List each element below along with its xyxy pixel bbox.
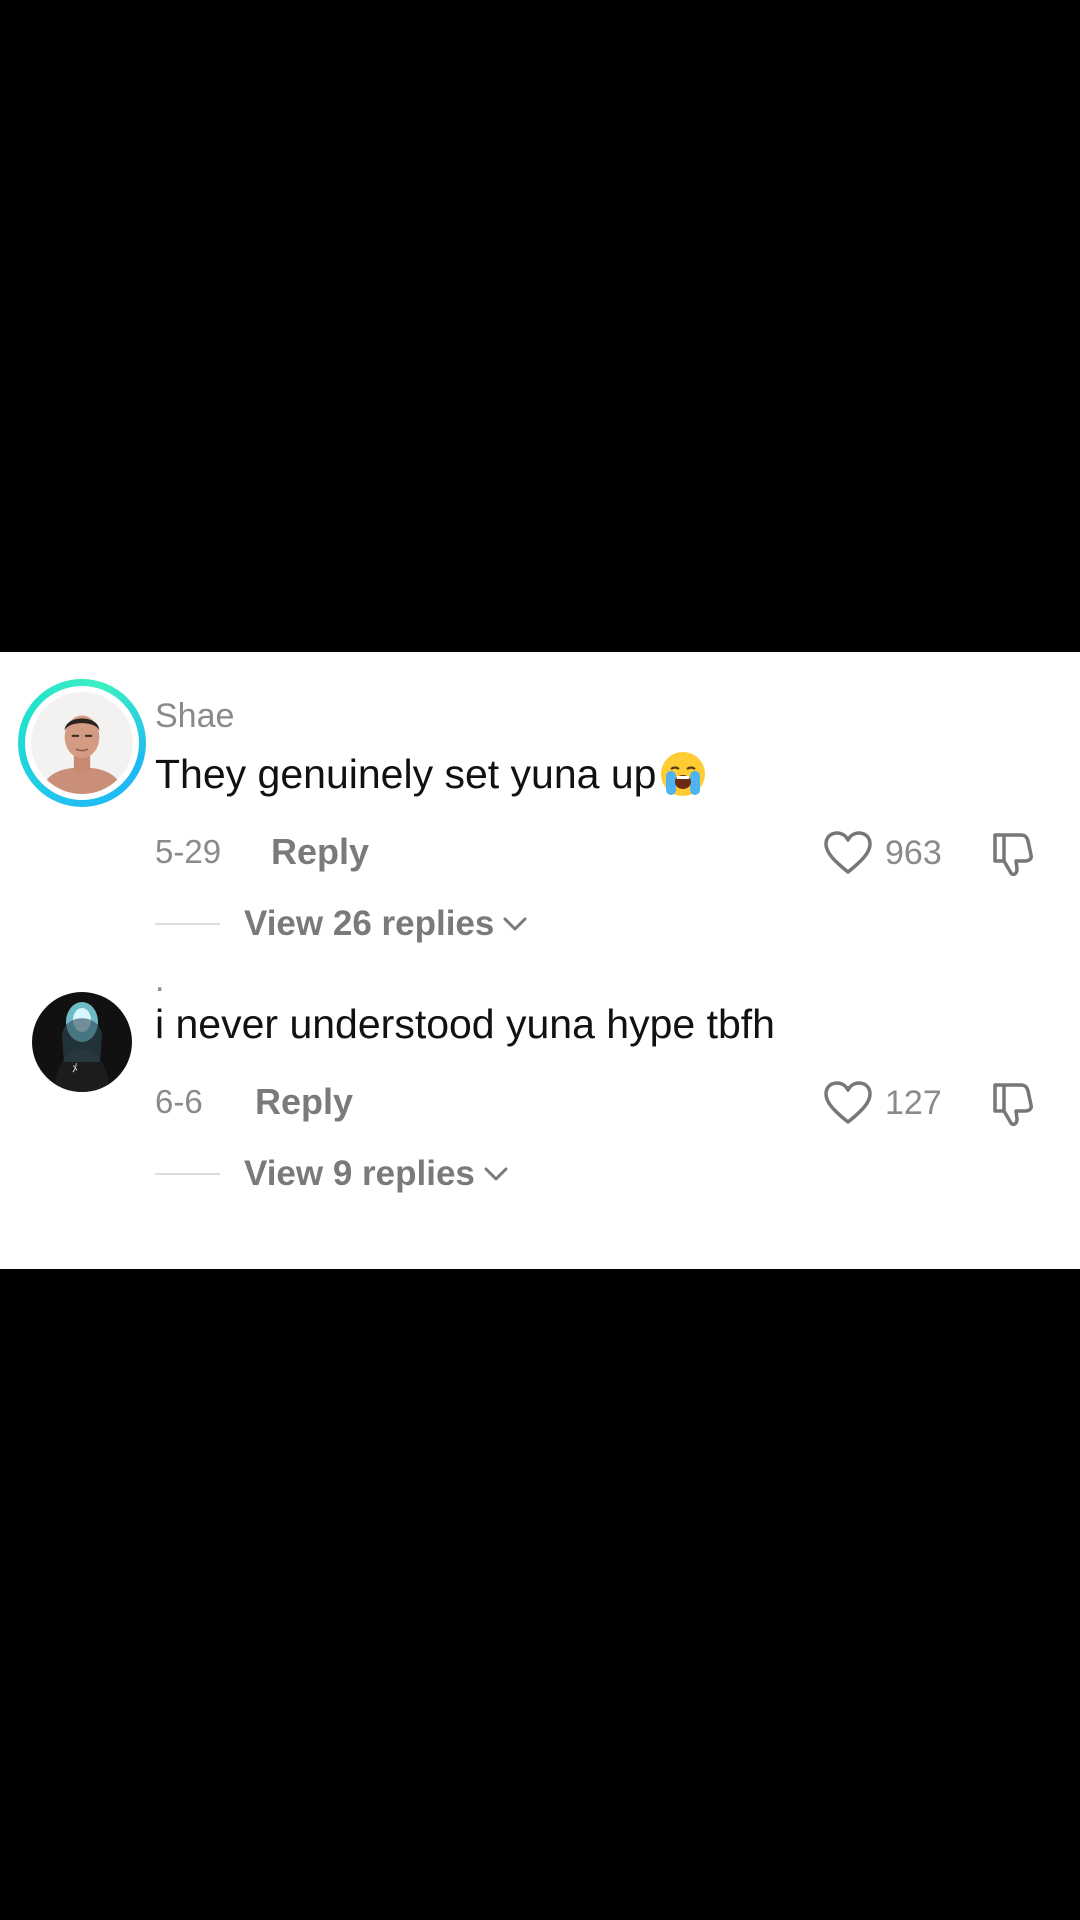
like-count: 127 (885, 1083, 942, 1122)
dislike-icon[interactable] (987, 829, 1037, 879)
reply-button[interactable]: Reply (271, 831, 369, 873)
heart-icon (824, 831, 872, 874)
view-replies-label: View 9 replies (244, 1154, 475, 1193)
view-replies-label: View 26 replies (244, 904, 495, 943)
comment-meta: 6-6 Reply 127 (155, 1073, 1080, 1133)
heart-icon (824, 1081, 872, 1124)
comment-item: ﾒ . i never understood yuna hype tbfh 6-… (0, 952, 1080, 1269)
comment-date: 6-6 (155, 1083, 203, 1120)
like-button[interactable]: 963 (823, 825, 942, 881)
comment-item: Shae They genuinely set yuna up 5-29 Rep… (0, 652, 1080, 952)
view-replies-row: View 9 replies (155, 1152, 509, 1196)
comment-body: They genuinely set yuna up (155, 751, 657, 797)
replies-divider (155, 923, 220, 925)
loudly-crying-face-emoji-icon (661, 752, 706, 796)
reply-button[interactable]: Reply (255, 1081, 353, 1123)
view-replies-row: View 26 replies (155, 902, 528, 946)
username[interactable]: . (155, 960, 164, 1000)
chevron-down-icon (484, 1167, 508, 1181)
comment-date: 5-29 (155, 833, 222, 870)
username[interactable]: Shae (155, 696, 234, 736)
avatar[interactable]: ﾒ (32, 992, 132, 1092)
dislike-icon[interactable] (987, 1079, 1037, 1129)
svg-text:ﾒ: ﾒ (72, 1061, 78, 1075)
avatar-story-ring[interactable] (18, 679, 146, 807)
avatar-image: ﾒ (32, 992, 132, 1092)
avatar (31, 692, 133, 794)
comment-text: i never understood yuna hype tbfh (155, 999, 775, 1049)
like-button[interactable]: 127 (823, 1075, 942, 1131)
view-replies-button[interactable]: View 9 replies (244, 1154, 509, 1194)
comments-panel: Shae They genuinely set yuna up 5-29 Rep… (0, 652, 1080, 1269)
comment-text: They genuinely set yuna up (155, 749, 708, 799)
chevron-down-icon (503, 917, 527, 931)
comment-meta: 5-29 Reply 963 (155, 823, 1080, 883)
like-count: 963 (885, 833, 942, 872)
replies-divider (155, 1173, 220, 1175)
view-replies-button[interactable]: View 26 replies (244, 904, 528, 944)
avatar-frame (25, 686, 139, 800)
comment-body: i never understood yuna hype tbfh (155, 1001, 775, 1047)
